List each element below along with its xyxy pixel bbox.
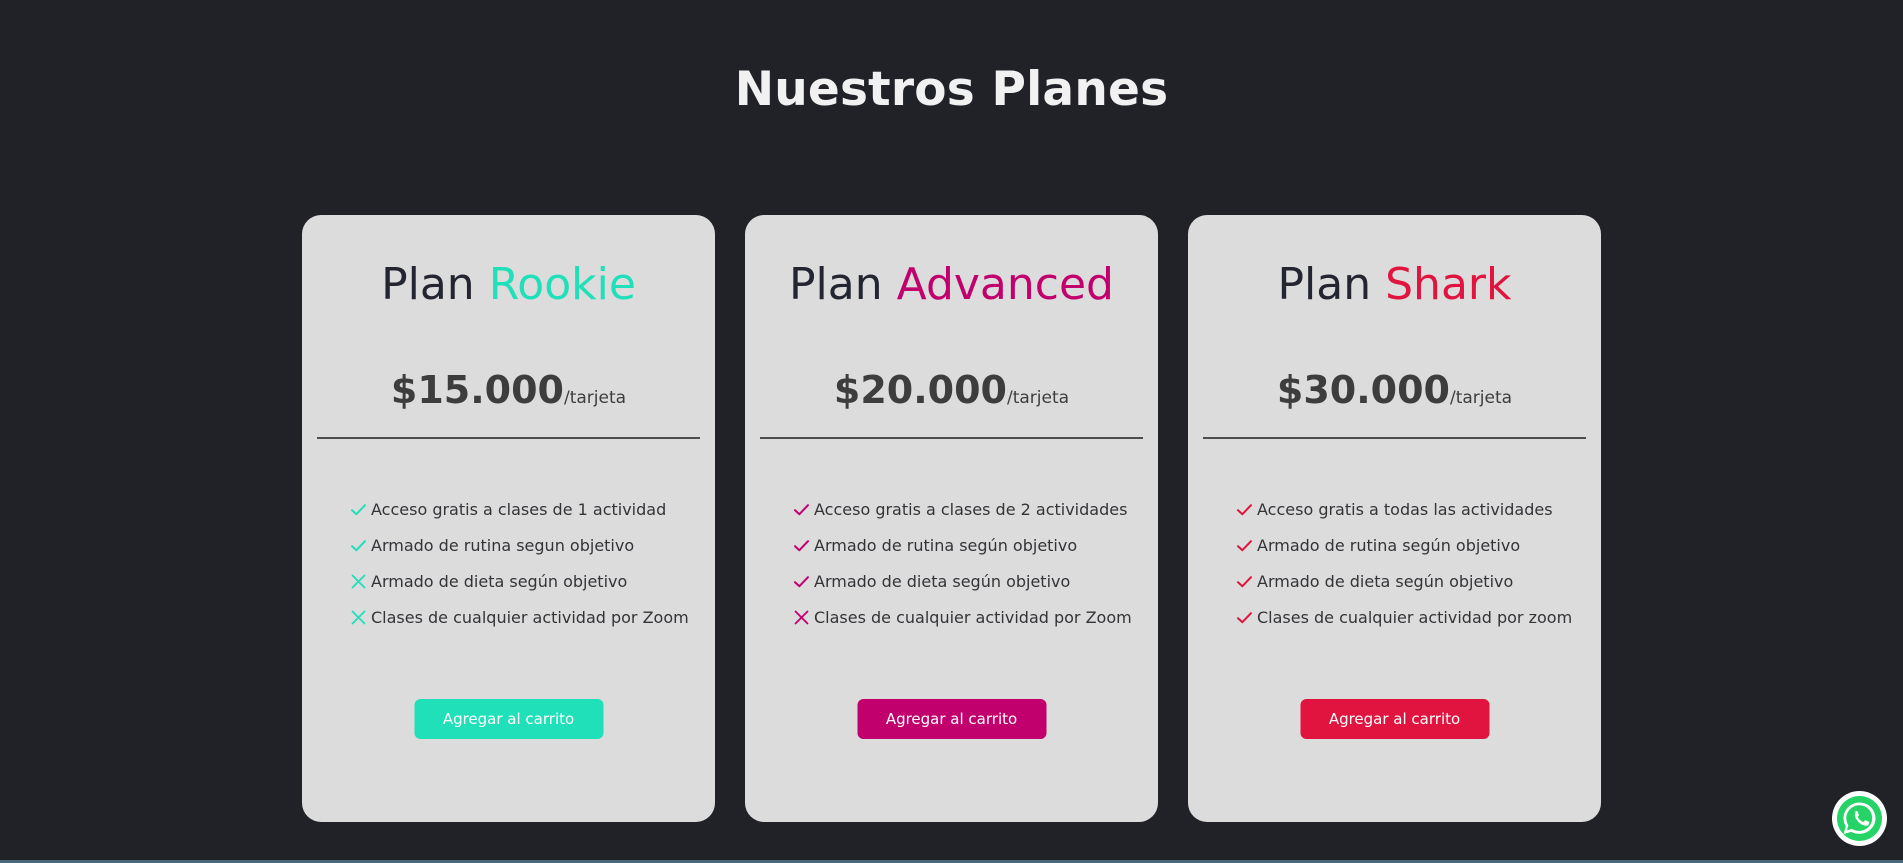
check-icon — [793, 537, 810, 554]
plan-title: Plan Advanced — [745, 259, 1158, 310]
feature-item: Clases de cualquier actividad por zoom — [1236, 599, 1572, 635]
price-period: /tarjeta — [1007, 388, 1070, 408]
price-row: $30.000/tarjeta — [1188, 368, 1601, 412]
plan-price: $20.000 — [833, 368, 1007, 412]
plan-name: Advanced — [896, 259, 1114, 310]
feature-text: Acceso gratis a clases de 1 actividad — [371, 499, 667, 519]
feature-text: Clases de cualquier actividad por zoom — [1257, 607, 1573, 627]
check-icon — [793, 573, 810, 590]
section-title: Nuestros Planes — [734, 62, 1169, 117]
feature-item: Acceso gratis a clases de 2 actividades — [793, 491, 1132, 527]
plan-name: Shark — [1385, 259, 1512, 310]
feature-list: Acceso gratis a clases de 1 actividad Arm… — [350, 491, 689, 635]
feature-item: Armado de rutina según objetivo — [793, 527, 1132, 563]
plan-name: Rookie — [488, 259, 636, 310]
feature-text: Armado de rutina según objetivo — [814, 535, 1078, 555]
plan-title: Plan Rookie — [302, 259, 715, 310]
feature-text: Armado de rutina según objetivo — [1257, 535, 1521, 555]
check-icon — [350, 501, 367, 518]
check-icon — [1236, 501, 1253, 518]
plan-price: $15.000 — [390, 368, 564, 412]
plan-cards: Plan Rookie $15.000/tarjeta Acceso grati… — [302, 215, 1601, 822]
feature-item: Armado de dieta según objetivo — [1236, 563, 1572, 599]
price-period: /tarjeta — [564, 388, 627, 408]
feature-item: Acceso gratis a clases de 1 actividad — [350, 491, 689, 527]
check-icon — [350, 537, 367, 554]
feature-text: Armado de rutina segun objetivo — [371, 535, 635, 555]
feature-text: Armado de dieta según objetivo — [814, 571, 1071, 591]
feature-item: Clases de cualquier actividad por Zoom — [350, 599, 689, 635]
feature-item: Clases de cualquier actividad por Zoom — [793, 599, 1132, 635]
check-icon — [1236, 573, 1253, 590]
feature-item: Armado de dieta según objetivo — [350, 563, 689, 599]
feature-list: Acceso gratis a clases de 2 actividades A… — [793, 491, 1132, 635]
add-to-cart-button[interactable]: Agregar al carrito — [1300, 699, 1489, 739]
plans-page: Nuestros Planes Plan Rookie $15.000/tarj… — [0, 0, 1903, 863]
feature-text: Acceso gratis a clases de 2 actividades — [814, 499, 1128, 519]
plan-card-advanced: Plan Advanced $20.000/tarjeta Acceso gra… — [745, 215, 1158, 822]
feature-item: Acceso gratis a todas las actividades — [1236, 491, 1572, 527]
check-icon — [793, 501, 810, 518]
cross-icon — [793, 609, 810, 626]
cross-icon — [350, 609, 367, 626]
feature-text: Armado de dieta según objetivo — [371, 571, 628, 591]
divider — [1203, 437, 1586, 439]
plan-card-shark: Plan Shark $30.000/tarjeta Acceso gratis… — [1188, 215, 1601, 822]
cross-icon — [350, 573, 367, 590]
feature-text: Clases de cualquier actividad por Zoom — [814, 607, 1132, 627]
check-icon — [1236, 537, 1253, 554]
check-icon — [1236, 609, 1253, 626]
feature-text: Clases de cualquier actividad por Zoom — [371, 607, 689, 627]
feature-list: Acceso gratis a todas las actividades Arm… — [1236, 491, 1572, 635]
plan-title: Plan Shark — [1188, 259, 1601, 310]
whatsapp-glyph — [1833, 792, 1886, 845]
add-to-cart-button[interactable]: Agregar al carrito — [857, 699, 1046, 739]
feature-item: Armado de dieta según objetivo — [793, 563, 1132, 599]
divider — [317, 437, 700, 439]
feature-text: Armado de dieta según objetivo — [1257, 571, 1514, 591]
feature-item: Armado de rutina segun objetivo — [350, 527, 689, 563]
add-to-cart-button[interactable]: Agregar al carrito — [414, 699, 603, 739]
price-row: $15.000/tarjeta — [302, 368, 715, 412]
plan-prefix: Plan — [789, 259, 883, 310]
price-period: /tarjeta — [1450, 388, 1513, 408]
plan-prefix: Plan — [381, 259, 475, 310]
feature-item: Armado de rutina según objetivo — [1236, 527, 1572, 563]
plan-card-rookie: Plan Rookie $15.000/tarjeta Acceso grati… — [302, 215, 715, 822]
plan-price: $30.000 — [1276, 368, 1450, 412]
whatsapp-icon[interactable] — [1832, 791, 1887, 846]
price-row: $20.000/tarjeta — [745, 368, 1158, 412]
divider — [760, 437, 1143, 439]
feature-text: Acceso gratis a todas las actividades — [1257, 499, 1553, 519]
plan-prefix: Plan — [1277, 259, 1372, 310]
